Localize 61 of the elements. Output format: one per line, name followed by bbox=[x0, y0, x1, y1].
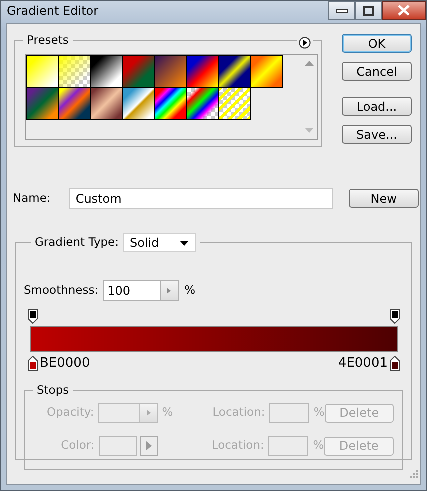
gradient-swatch[interactable] bbox=[187, 56, 218, 87]
color-field[interactable] bbox=[98, 436, 137, 456]
dialog-button[interactable]: OK bbox=[342, 34, 412, 53]
dialog-button[interactable]: Cancel bbox=[342, 62, 412, 81]
close-button[interactable] bbox=[382, 1, 426, 20]
field-label: Color: bbox=[60, 437, 95, 454]
scroll-up-icon[interactable] bbox=[304, 61, 314, 66]
gradient-swatch[interactable] bbox=[219, 56, 250, 87]
smoothness-field[interactable]: 100 bbox=[102, 280, 161, 301]
opacity-field[interactable] bbox=[98, 403, 158, 423]
gradient-swatch[interactable] bbox=[123, 56, 154, 87]
gradient-swatch[interactable] bbox=[219, 88, 250, 119]
gradient-swatch[interactable] bbox=[91, 88, 122, 119]
name-field[interactable]: Custom bbox=[68, 188, 333, 209]
resize-grip-icon[interactable] bbox=[410, 470, 418, 478]
window-title: Gradient Editor bbox=[7, 3, 99, 20]
color-code-label: BE0000 bbox=[40, 355, 90, 373]
gradient-swatch[interactable] bbox=[155, 56, 186, 87]
unit-label: % bbox=[313, 437, 324, 454]
gradient-swatch[interactable] bbox=[27, 56, 58, 87]
menu-icon[interactable] bbox=[299, 36, 311, 49]
field-label: Location: bbox=[210, 437, 264, 454]
gradient-swatch[interactable] bbox=[27, 88, 58, 119]
gradient-type-dropdown[interactable]: Solid bbox=[123, 233, 196, 252]
opacity-stop-icon[interactable] bbox=[390, 309, 400, 324]
minimize-button[interactable] bbox=[328, 1, 355, 20]
opacity-stop-icon[interactable] bbox=[28, 309, 38, 324]
panel-title: Stops bbox=[33, 383, 74, 397]
gradient-swatch[interactable] bbox=[155, 88, 186, 119]
dialog-button[interactable]: Load... bbox=[342, 97, 412, 116]
triangle-icon bbox=[146, 441, 152, 451]
color-code-label: 4E0001 bbox=[338, 355, 388, 373]
field-label: Opacity: bbox=[46, 404, 94, 422]
gradient-swatch[interactable] bbox=[251, 56, 282, 87]
close-icon bbox=[398, 5, 410, 16]
unit-label: % bbox=[162, 404, 174, 422]
color-stop-icon[interactable] bbox=[28, 356, 38, 372]
field-label: Smoothness: bbox=[24, 282, 99, 299]
location-field[interactable] bbox=[269, 403, 309, 423]
maximize-icon bbox=[363, 6, 374, 16]
maximize-button[interactable] bbox=[355, 1, 382, 20]
caret-icon bbox=[180, 240, 189, 246]
field-label: Gradient Type: bbox=[35, 234, 119, 251]
field-label: Name: bbox=[13, 190, 51, 207]
color-stop-icon[interactable] bbox=[390, 356, 400, 372]
color-picker-button[interactable] bbox=[140, 436, 158, 456]
gradient-swatch[interactable] bbox=[123, 88, 154, 119]
location-field[interactable] bbox=[268, 436, 308, 456]
stepper-button[interactable] bbox=[160, 280, 179, 301]
dialog-button[interactable]: Save... bbox=[342, 125, 412, 144]
stepper-arrow-icon bbox=[167, 288, 172, 294]
panel-title: Presets bbox=[23, 33, 73, 47]
unit-label: % bbox=[314, 404, 325, 422]
new-button[interactable]: New bbox=[348, 189, 419, 208]
gradient-swatch[interactable] bbox=[91, 56, 122, 87]
unit-label: % bbox=[184, 282, 196, 299]
minimize-icon bbox=[336, 8, 348, 14]
gradient-swatch[interactable] bbox=[187, 88, 218, 119]
field-label: Location: bbox=[212, 404, 266, 422]
gradient-swatch[interactable] bbox=[59, 56, 90, 87]
gradient-swatch[interactable] bbox=[59, 88, 90, 119]
